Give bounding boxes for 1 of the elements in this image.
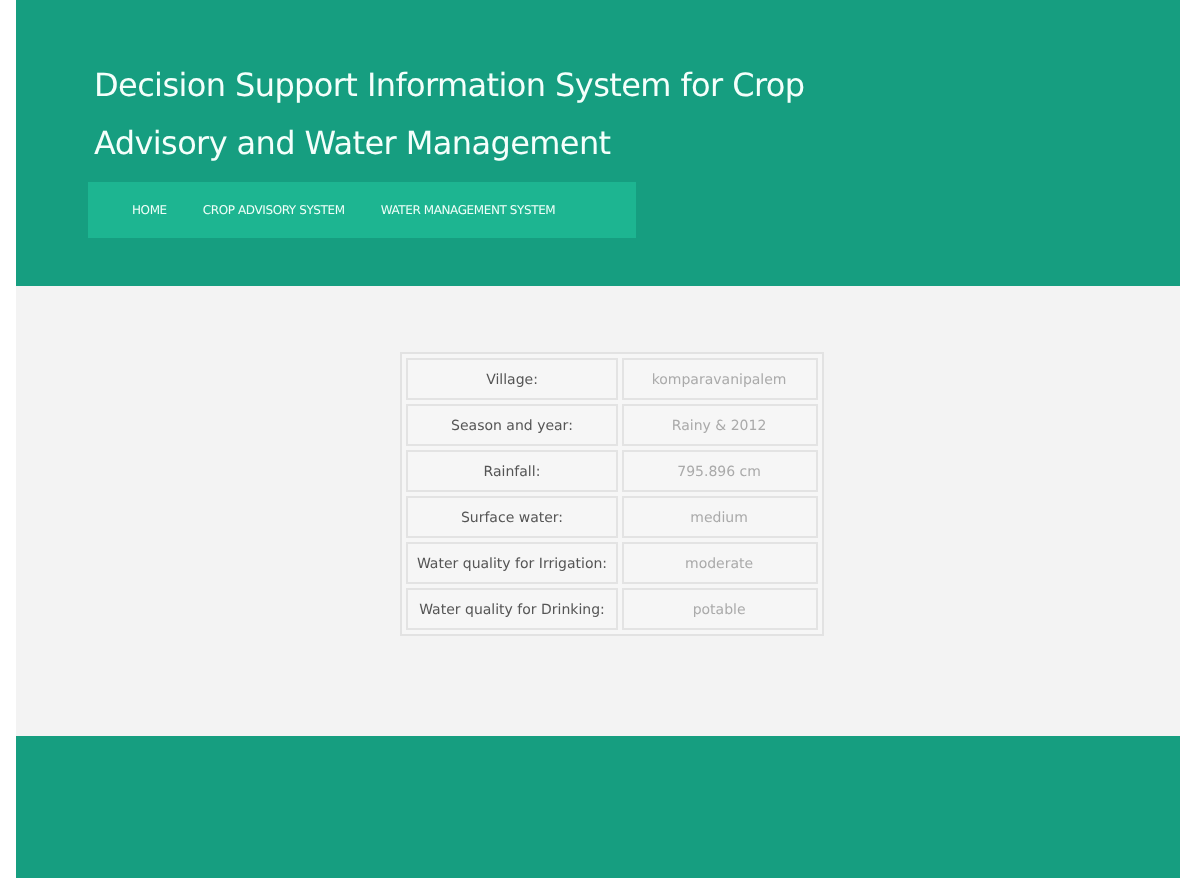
site-title: Decision Support Information System for Crop Advisory and Water Management (94, 64, 807, 166)
